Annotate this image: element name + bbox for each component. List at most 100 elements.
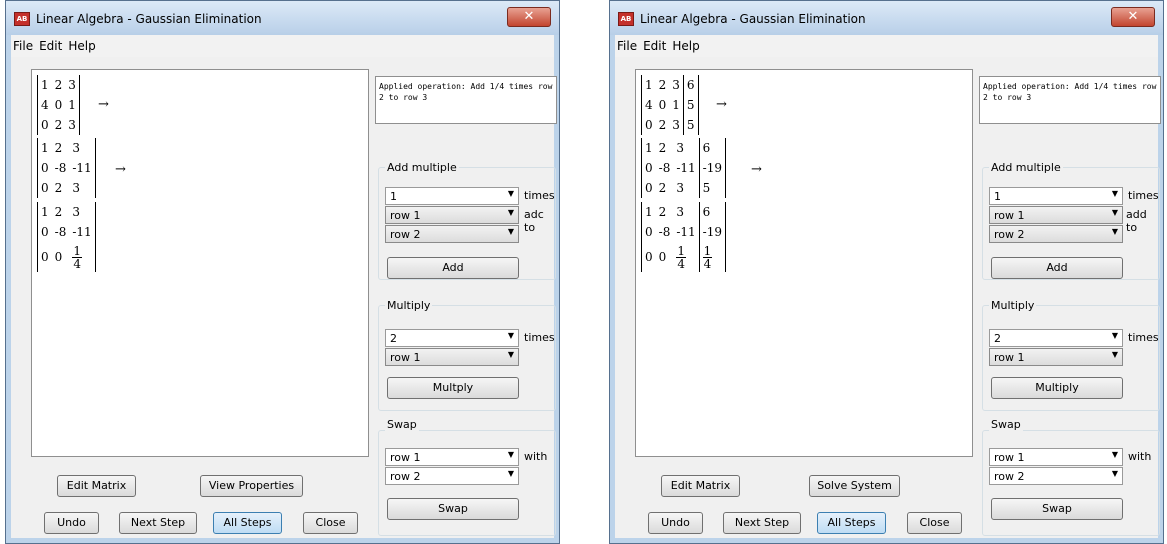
- chevron-down-icon: ▼: [507, 189, 514, 198]
- fraction: 14: [702, 243, 713, 271]
- matrix-cell: 0: [645, 161, 653, 175]
- add-target-row-value: row 2: [994, 228, 1025, 241]
- menu-help[interactable]: Help: [669, 35, 702, 53]
- fraction: 14: [72, 245, 82, 270]
- fraction-denominator: 4: [703, 256, 712, 271]
- chevron-down-icon: ▼: [507, 208, 514, 217]
- menu-help[interactable]: Help: [65, 35, 98, 53]
- matrix-cell: -8: [658, 225, 671, 239]
- edit-matrix-button[interactable]: Edit Matrix: [57, 475, 136, 497]
- fraction-numerator: 1: [702, 243, 713, 258]
- matrix-cell: 3: [68, 118, 76, 132]
- swap-row-a-combo[interactable]: row 1 ▼: [385, 448, 519, 466]
- matrix-cell: 1: [645, 205, 653, 219]
- next-step-button[interactable]: Next Step: [119, 512, 197, 534]
- multiply-row-value: row 1: [390, 351, 421, 364]
- multiply-row-combo[interactable]: row 1 ▼: [989, 348, 1123, 366]
- add-source-row-combo[interactable]: row 1 ▼: [989, 206, 1123, 224]
- matrix-cell: 3: [676, 205, 684, 219]
- add-source-row-combo[interactable]: row 1 ▼: [385, 206, 519, 224]
- swap-row-b-combo[interactable]: row 2 ▼: [989, 467, 1123, 485]
- menu-bar: File Edit Help: [615, 35, 1158, 58]
- matrix-cell: 3: [672, 78, 680, 92]
- view-properties-button[interactable]: View Properties: [200, 475, 303, 497]
- menu-file[interactable]: File: [11, 35, 36, 53]
- multiply-button[interactable]: Multiply: [991, 377, 1123, 399]
- matrix-cell: 0: [645, 181, 653, 195]
- swap-button[interactable]: Swap: [991, 498, 1123, 520]
- multiply-factor-combo[interactable]: 2 ▼: [385, 329, 519, 347]
- matrix-display[interactable]: 123 401 023 → 123 0 -8 -11 023 → 123 0 -8 -1…: [31, 69, 369, 457]
- matrix-cell: 3: [72, 181, 80, 195]
- chevron-down-icon: ▼: [507, 227, 514, 236]
- chevron-down-icon: ▼: [507, 469, 514, 478]
- add-factor-combo[interactable]: 1 ▼: [385, 187, 519, 205]
- matrix-cell: 0: [54, 250, 63, 264]
- multiply-factor-combo[interactable]: 2 ▼: [989, 329, 1123, 347]
- menu-file[interactable]: File: [615, 35, 640, 53]
- matrix-display[interactable]: 1236 4015 0235 → 1236 0 -8 -11 -19 0235 → 1…: [635, 69, 973, 457]
- matrix-cell: 0: [41, 161, 49, 175]
- add-multiple-label: Add multiple: [989, 161, 1063, 174]
- close-window-button[interactable]: ✕: [507, 7, 551, 27]
- client-area: 1236 4015 0235 → 1236 0 -8 -11 -19 0235 → 1…: [615, 57, 1161, 538]
- client-area: 123 401 023 → 123 0 -8 -11 023 → 123 0 -8 -1…: [11, 57, 557, 538]
- arrow-icon: →: [115, 162, 126, 177]
- matrix-cell: -11: [676, 161, 696, 175]
- matrix-cell: 0: [645, 250, 653, 264]
- swap-row-a-combo[interactable]: row 1 ▼: [989, 448, 1123, 466]
- operation-output: Applied operation: Add 1/4 times row 2 t…: [979, 76, 1161, 124]
- add-to-label: adc to: [524, 208, 544, 234]
- matrix-cell: 2: [54, 181, 63, 195]
- swap-row-a-value: row 1: [390, 451, 421, 464]
- add-button[interactable]: Add: [991, 257, 1123, 279]
- close-button[interactable]: Close: [303, 512, 358, 534]
- matrix-cell: 0: [645, 225, 653, 239]
- add-target-row-combo[interactable]: row 2 ▼: [385, 225, 519, 243]
- augmented-cell: -19: [698, 158, 726, 178]
- matrix-cell: 3: [676, 181, 684, 195]
- swap-row-b-combo[interactable]: row 2 ▼: [385, 467, 519, 485]
- arrow-icon: →: [751, 162, 762, 177]
- matrix-step-1: 1236 4015 0235: [641, 75, 699, 135]
- matrix-step-1: 123 401 023: [37, 75, 80, 135]
- close-button[interactable]: Close: [907, 512, 962, 534]
- next-step-button[interactable]: Next Step: [723, 512, 801, 534]
- matrix-cell: 1: [41, 78, 49, 92]
- swap-row-b-value: row 2: [994, 470, 1025, 483]
- add-to-label: add to: [1126, 208, 1147, 234]
- close-window-button[interactable]: ✕: [1111, 7, 1155, 27]
- multiply-button[interactable]: Multply: [387, 377, 519, 399]
- matrix-cell: -11: [72, 225, 92, 239]
- add-target-row-combo[interactable]: row 2 ▼: [989, 225, 1123, 243]
- matrix-cell: 0: [54, 98, 63, 112]
- title-bar[interactable]: AB Linear Algebra - Gaussian Elimination…: [610, 1, 1163, 35]
- matrix-step-3: 1236 0 -8 -11 -19 001414: [641, 202, 726, 272]
- menu-edit[interactable]: Edit: [36, 35, 65, 53]
- menu-edit[interactable]: Edit: [640, 35, 669, 53]
- matrix-cell: -8: [54, 225, 67, 239]
- all-steps-button[interactable]: All Steps: [817, 512, 886, 534]
- undo-button[interactable]: Undo: [44, 512, 99, 534]
- augmented-cell: 6: [698, 202, 726, 222]
- matrix-cell: -11: [72, 161, 92, 175]
- swap-button[interactable]: Swap: [387, 498, 519, 520]
- all-steps-button[interactable]: All Steps: [213, 512, 282, 534]
- app-icon: AB: [618, 12, 634, 26]
- augmented-cell: 6: [682, 75, 699, 95]
- add-factor-value: 1: [390, 190, 397, 203]
- undo-button[interactable]: Undo: [648, 512, 703, 534]
- matrix-cell: 0: [658, 250, 667, 264]
- add-button[interactable]: Add: [387, 257, 519, 279]
- edit-matrix-button[interactable]: Edit Matrix: [661, 475, 740, 497]
- multiply-row-combo[interactable]: row 1 ▼: [385, 348, 519, 366]
- title-bar[interactable]: AB Linear Algebra - Gaussian Elimination…: [6, 1, 559, 35]
- add-factor-combo[interactable]: 1 ▼: [989, 187, 1123, 205]
- swap-label: Swap: [989, 418, 1023, 431]
- chevron-down-icon: ▼: [1111, 331, 1118, 340]
- solve-system-button[interactable]: Solve System: [809, 475, 900, 497]
- matrix-cell: 2: [658, 78, 667, 92]
- augmented-cell: 5: [698, 178, 726, 198]
- matrix-cell: 1: [645, 141, 653, 155]
- matrix-cell: -8: [54, 161, 67, 175]
